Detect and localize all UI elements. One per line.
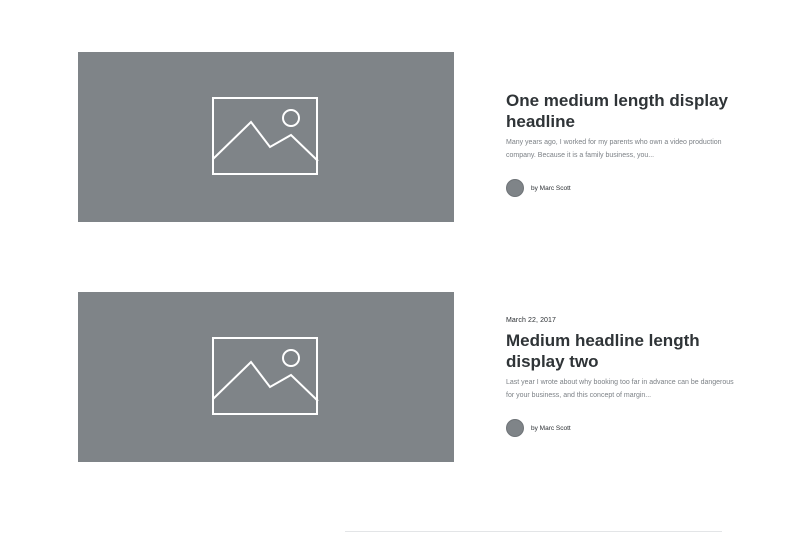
author-name: by Marc Scott [531,424,571,432]
section-divider [345,531,722,532]
post-excerpt: Last year I wrote about why booking too … [506,379,734,399]
post-thumbnail[interactable] [78,52,454,222]
author-name: by Marc Scott [531,184,571,192]
post-headline[interactable]: Medium headline length display two [506,330,746,372]
post-date: March 22, 2017 [506,317,557,324]
post-thumbnail[interactable] [78,292,454,462]
image-placeholder-icon [212,97,319,175]
post-headline[interactable]: One medium length display headline [506,90,746,132]
author-avatar [506,419,524,437]
author-avatar [506,179,524,197]
blog-list-page: One medium length display headline Many … [0,0,800,533]
post-author[interactable]: by Marc Scott [506,418,571,438]
post-excerpt: Many years ago, I worked for my parents … [506,139,722,159]
post-author[interactable]: by Marc Scott [506,178,571,198]
image-placeholder-icon [212,337,319,415]
